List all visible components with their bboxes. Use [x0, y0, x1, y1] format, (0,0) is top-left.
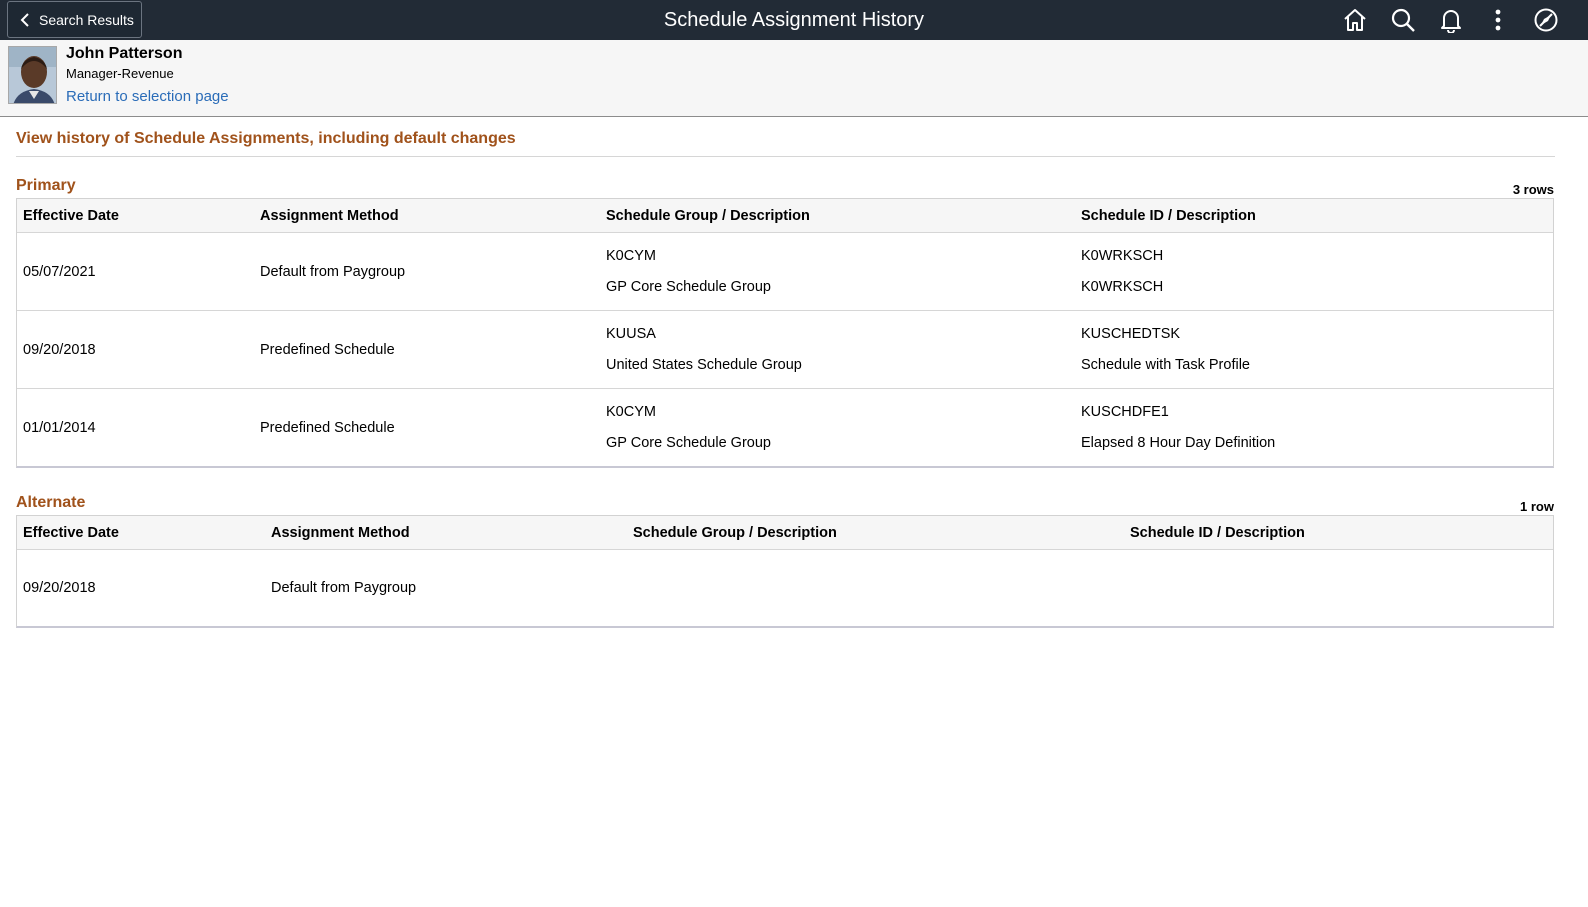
page-heading: View history of Schedule Assignments, in… [16, 130, 1555, 157]
table-row: 09/20/2018 Default from Paygroup [17, 550, 1553, 627]
employee-job-title: Manager-Revenue [66, 66, 174, 81]
schedule-id-description: K0WRKSCH [1081, 279, 1164, 295]
employee-header: John Patterson Manager-Revenue Return to… [0, 40, 1588, 117]
schedule-id-description: Schedule with Task Profile [1081, 357, 1250, 373]
alternate-grid-title: Alternate [16, 494, 86, 511]
effective-date-cell: 01/01/2014 [23, 419, 96, 436]
table-row: 09/20/2018 Predefined Schedule KUUSA Uni… [17, 310, 1553, 389]
column-header-schedule-group[interactable]: Schedule Group / Description [627, 516, 1124, 550]
schedule-group-cell: K0CYM GP Core Schedule Group [600, 389, 1075, 467]
column-header-effective-date[interactable]: Effective Date [17, 516, 265, 550]
primary-row-count: 3 rows [1512, 182, 1554, 197]
column-header-assignment-method[interactable]: Assignment Method [254, 199, 600, 233]
return-to-selection-link[interactable]: Return to selection page [66, 88, 229, 105]
column-header-schedule-group[interactable]: Schedule Group / Description [600, 199, 1075, 233]
schedule-id-description: Elapsed 8 Hour Day Definition [1081, 435, 1276, 451]
schedule-id-code: K0WRKSCH [1081, 248, 1164, 264]
navbar-compass-icon[interactable] [1532, 6, 1560, 34]
home-icon[interactable] [1341, 6, 1369, 34]
more-vertical-icon[interactable] [1484, 6, 1512, 34]
alternate-grid: Effective Date Assignment Method Schedul… [16, 515, 1554, 628]
table-row: 01/01/2014 Predefined Schedule K0CYM GP … [17, 389, 1553, 467]
schedule-id-code: KUSCHEDTSK [1081, 326, 1181, 342]
search-icon[interactable] [1389, 6, 1417, 34]
schedule-id-cell: KUSCHEDTSK Schedule with Task Profile [1075, 310, 1553, 389]
schedule-group-code: KUUSA [606, 326, 656, 342]
effective-date-cell: 09/20/2018 [17, 310, 254, 389]
schedule-group-cell: KUUSA United States Schedule Group [600, 310, 1075, 389]
schedule-group-cell: K0CYM GP Core Schedule Group [600, 232, 1075, 311]
employee-avatar [8, 46, 57, 104]
notifications-bell-icon[interactable] [1437, 6, 1465, 34]
effective-date-cell: 05/07/2021 [17, 232, 254, 311]
alternate-row-count: 1 row [1520, 499, 1554, 514]
schedule-id-cell: KUSCHDFE1 Elapsed 8 Hour Day Definition [1075, 389, 1553, 467]
column-header-effective-date[interactable]: Effective Date [17, 199, 254, 233]
schedule-group-code: K0CYM [606, 248, 656, 264]
schedule-id-cell: K0WRKSCH K0WRKSCH [1075, 232, 1553, 311]
back-button-label: Search Results [39, 11, 134, 28]
primary-grid-title: Primary [16, 177, 76, 194]
schedule-id-cell [1124, 550, 1553, 627]
column-header-schedule-id[interactable]: Schedule ID / Description [1075, 199, 1553, 233]
schedule-id-code: KUSCHDFE1 [1081, 404, 1169, 420]
assignment-method-cell: Default from Paygroup [254, 232, 600, 311]
assignment-method-cell: Predefined Schedule [254, 310, 600, 389]
top-banner: Search Results Schedule Assignment Histo… [0, 0, 1588, 41]
primary-grid: Effective Date Assignment Method Schedul… [16, 198, 1554, 468]
back-to-search-results-button[interactable]: Search Results [7, 1, 142, 38]
schedule-group-description: United States Schedule Group [606, 357, 802, 373]
column-header-assignment-method[interactable]: Assignment Method [265, 516, 627, 550]
assignment-method-cell: Default from Paygroup [271, 580, 417, 596]
employee-name: John Patterson [66, 45, 183, 62]
table-row: 05/07/2021 Default from Paygroup K0CYM G… [17, 232, 1553, 311]
effective-date-cell: 09/20/2018 [23, 580, 96, 596]
column-header-schedule-id[interactable]: Schedule ID / Description [1124, 516, 1553, 550]
assignment-method-cell: Predefined Schedule [260, 419, 395, 436]
schedule-group-description: GP Core Schedule Group [606, 435, 771, 451]
chevron-left-icon [20, 12, 29, 27]
schedule-group-description: GP Core Schedule Group [606, 279, 771, 295]
schedule-group-cell [627, 550, 1124, 627]
schedule-group-code: K0CYM [606, 404, 656, 420]
